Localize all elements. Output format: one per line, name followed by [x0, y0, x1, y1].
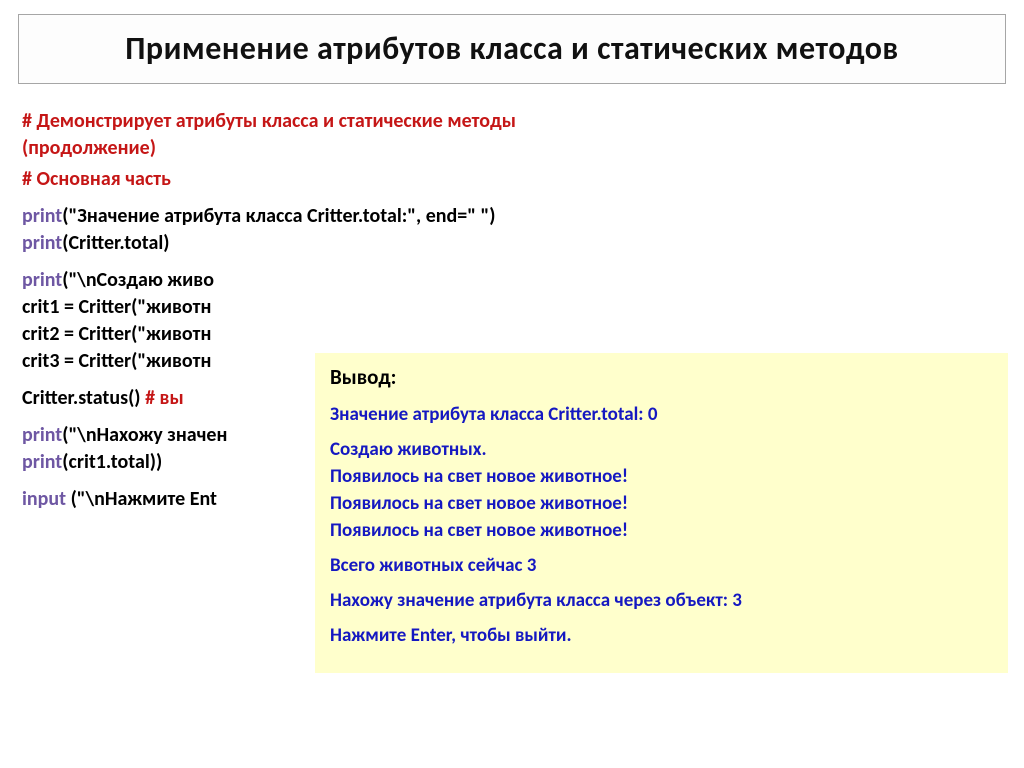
output-line-spawn-3: Появилось на свет новое животное! — [330, 518, 993, 543]
output-line-count: Всего животных сейчас 3 — [330, 553, 993, 578]
output-line-find: Нахожу значение атрибута класса через об… — [330, 588, 993, 613]
output-line-spawn-1: Появилось на свет новое животное! — [330, 464, 993, 489]
output-line-total: Значение атрибута класса Critter.total: … — [330, 402, 993, 427]
output-line-create: Создаю животных. — [330, 437, 993, 462]
output-box: Вывод: Значение атрибута класса Critter.… — [315, 353, 1008, 673]
title-box: Применение атрибутов класса и статически… — [18, 14, 1006, 84]
slide: Применение атрибутов класса и статически… — [0, 0, 1024, 768]
slide-title: Применение атрибутов класса и статически… — [49, 29, 975, 69]
output-line-spawn-2: Появилось на свет новое животное! — [330, 491, 993, 516]
output-line-enter: Нажмите Enter, чтобы выйти. — [330, 623, 993, 648]
output-header: Вывод: — [330, 364, 993, 392]
code-print-total-label: print("Значение атрибута класса Critter.… — [22, 203, 1002, 257]
comment-main: # Основная часть — [22, 166, 1002, 193]
comment-demo: # Демонстрирует атрибуты класса и статич… — [22, 108, 1002, 162]
